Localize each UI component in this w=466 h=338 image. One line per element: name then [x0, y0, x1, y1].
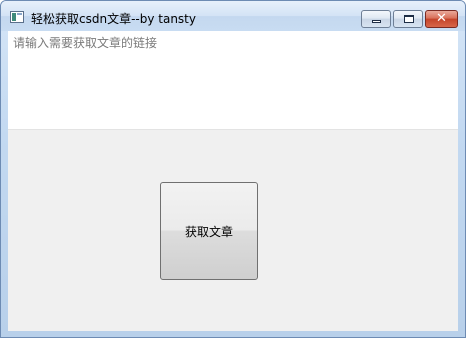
app-icon[interactable]	[10, 11, 24, 23]
client-area: 获取文章	[8, 31, 458, 331]
fetch-article-button[interactable]: 获取文章	[160, 182, 258, 280]
minimize-icon	[372, 20, 381, 23]
close-icon: ✕	[436, 11, 447, 26]
maximize-button[interactable]	[393, 10, 423, 28]
minimize-button[interactable]	[361, 10, 391, 28]
link-input[interactable]	[8, 31, 458, 130]
maximize-icon	[404, 15, 414, 23]
title-bar[interactable]: 轻松获取csdn文章--by tansty ✕	[1, 1, 465, 31]
app-window: 轻松获取csdn文章--by tansty ✕ 获取文章	[0, 0, 466, 338]
window-title: 轻松获取csdn文章--by tansty	[31, 12, 196, 26]
close-button[interactable]: ✕	[425, 10, 458, 28]
